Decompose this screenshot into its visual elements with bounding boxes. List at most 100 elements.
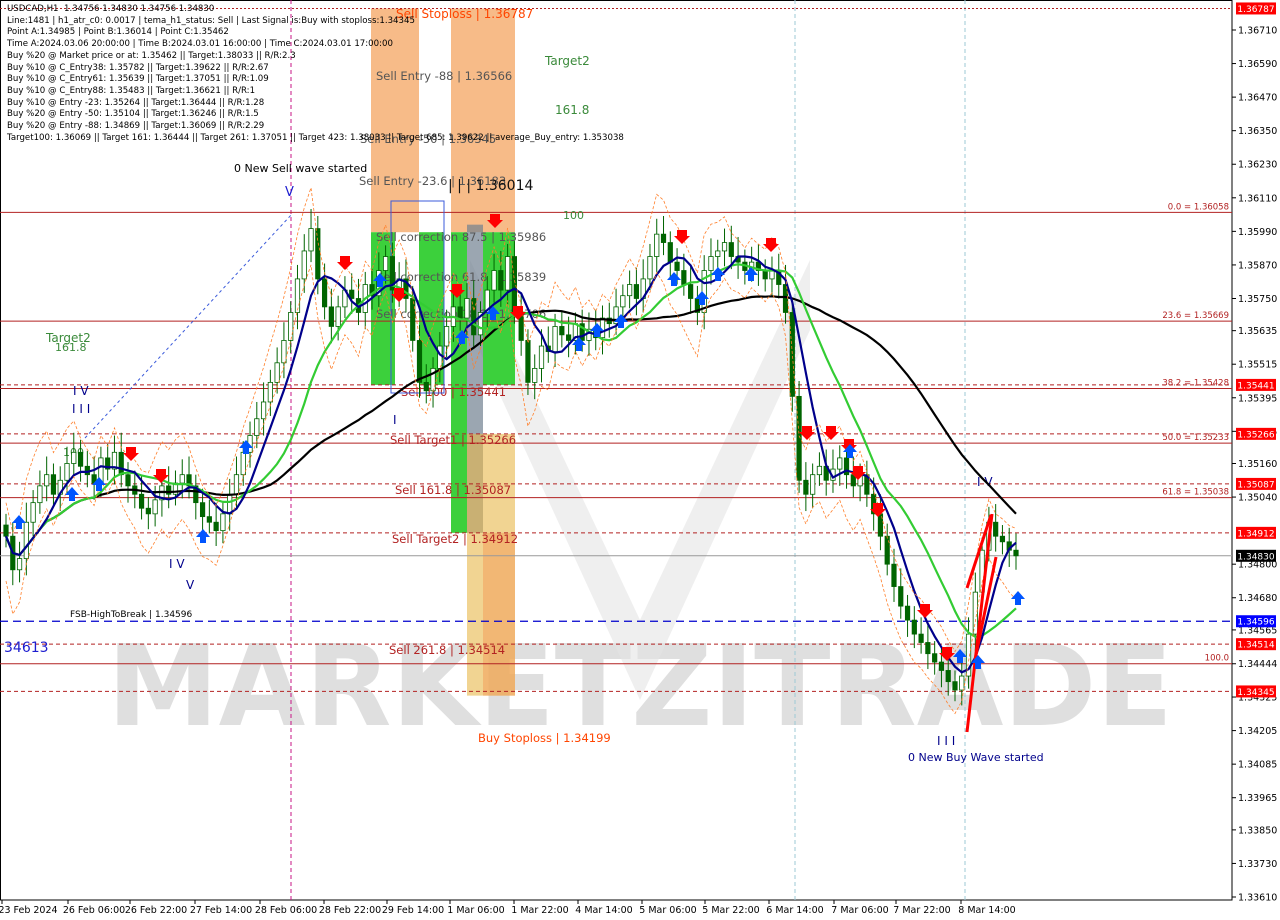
y-tick-label: 1.36710	[1238, 26, 1277, 37]
y-tick-label: 1.34205	[1238, 726, 1277, 737]
x-tick-label: 1 Mar 06:00	[447, 905, 504, 916]
candle-body	[464, 298, 470, 319]
price-tag-label: 1.34514	[1237, 641, 1274, 651]
candle-body	[30, 502, 36, 523]
candle-body	[44, 474, 50, 487]
trendline	[84, 213, 293, 439]
candle-body	[715, 250, 721, 257]
candle-body	[796, 395, 802, 481]
candle-body	[16, 558, 23, 571]
sell-arrow-icon	[123, 447, 139, 461]
info-line: Buy %10 @ Entry -23: 1.35264 || Target:1…	[7, 97, 265, 108]
fib-level-label: 61.8 = 1.35038	[1162, 488, 1229, 498]
candle-body	[321, 278, 328, 308]
candle-body	[71, 451, 77, 464]
candle-body	[213, 521, 219, 532]
y-tick-label: 1.35990	[1238, 227, 1277, 238]
candle-body	[281, 340, 287, 364]
candle-body	[491, 270, 497, 291]
fib-level-label: 0.0 = 1.36058	[1168, 202, 1229, 212]
y-tick-label: 1.34444	[1238, 659, 1277, 670]
candle-body	[145, 507, 151, 515]
candle-body	[423, 381, 429, 392]
candle-body	[233, 474, 240, 495]
zone-label: Sell Target2 | 1.34912	[392, 532, 518, 546]
candle-body	[77, 451, 84, 467]
buy-arrow-icon	[196, 529, 210, 543]
candle-body	[274, 362, 280, 383]
candle-body	[328, 306, 334, 327]
fib-level-label: 50.0 = 1.35233	[1162, 433, 1229, 443]
candle-body	[315, 228, 321, 280]
price-tag-label: 1.35266	[1237, 430, 1274, 440]
candle-body	[227, 493, 233, 515]
candle-body	[647, 256, 653, 280]
y-tick-label: 1.36470	[1238, 93, 1277, 104]
wave-label: V	[285, 185, 294, 200]
candle-body	[505, 256, 511, 291]
candle-body	[498, 270, 504, 291]
candle-body	[294, 278, 301, 313]
candle-body	[721, 242, 728, 252]
candle-body	[457, 306, 463, 319]
info-line: Line:1481 | h1_atr_c0: 0.0017 | tema_h1_…	[7, 15, 415, 26]
candle-body	[884, 535, 890, 565]
zone-label: Sell Target1 | 1.35266	[390, 433, 516, 447]
candle-body	[654, 233, 660, 257]
x-tick-label: 8 Mar 14:00	[958, 905, 1015, 916]
candle-body	[769, 270, 775, 280]
x-tick-label: 7 Mar 06:00	[831, 905, 888, 916]
y-tick-label: 1.35635	[1238, 326, 1277, 337]
y-tick-label: 1.35040	[1238, 493, 1277, 504]
price-tag-label: 1.36787	[1237, 5, 1274, 15]
candle-body	[728, 242, 734, 257]
candle-body	[762, 270, 768, 280]
info-panel: USDCAD,H1 1.34756 1.34830 1.34756 1.3483…	[7, 4, 624, 144]
candle-body	[972, 591, 978, 635]
x-tick-label: 6 Mar 14:00	[766, 905, 823, 916]
candle-body	[552, 326, 558, 353]
buy-arrow-icon	[1011, 591, 1025, 605]
x-tick-label: 26 Feb 06:00	[63, 905, 125, 916]
candle-body	[952, 681, 958, 691]
candle-body	[708, 256, 714, 271]
zone-label: Sell correction 87.5 | 1.35986	[376, 230, 546, 244]
candle-body	[511, 256, 517, 313]
info-line: Buy %20 @ Entry -50: 1.35104 || Target:1…	[7, 109, 259, 120]
candle-body	[335, 306, 341, 327]
fib-level-label: 100.0	[1205, 654, 1229, 664]
candle-body	[308, 228, 314, 252]
y-tick-label: 1.33850	[1238, 825, 1277, 836]
y-tick-label: 1.35870	[1238, 260, 1277, 271]
candle-body	[37, 485, 43, 504]
wave-label: I V	[169, 557, 185, 571]
candle-body	[559, 326, 565, 336]
zone-label: Buy Stoploss | 1.34199	[478, 731, 611, 745]
candle-body	[918, 633, 924, 643]
candle-body	[1013, 549, 1019, 557]
candle-body	[138, 493, 145, 509]
fib-level-label: 23.6 = 1.35669	[1162, 311, 1229, 321]
chart-window: { "header": { "symbol_line": "USDCAD,H1 …	[0, 0, 1280, 920]
y-tick-label: 1.36350	[1238, 126, 1277, 137]
info-line: Target100: 1.36069 || Target 161: 1.3644…	[7, 132, 624, 143]
x-tick-label: 7 Mar 22:00	[893, 905, 950, 916]
x-tick-label: 4 Mar 14:00	[575, 905, 632, 916]
candle-body	[525, 340, 531, 383]
x-tick-label: 26 Feb 22:00	[125, 905, 187, 916]
candle-body	[260, 401, 267, 420]
candle-body	[288, 312, 294, 341]
price-tag-label: 1.34596	[1237, 618, 1274, 628]
info-line: Time A:2024.03.06 20:00:00 | Time B:2024…	[7, 39, 393, 50]
y-tick-label: 1.33965	[1238, 793, 1277, 804]
candle-body	[633, 284, 640, 299]
candle-body	[681, 270, 687, 285]
candle-body	[240, 451, 246, 476]
candle-body	[64, 463, 70, 481]
candle-body	[898, 586, 904, 607]
y-tick-label: 1.36110	[1238, 193, 1277, 204]
x-tick-label: 28 Feb 22:00	[319, 905, 381, 916]
candle-body	[382, 256, 389, 271]
wave-label: V	[186, 578, 195, 592]
candle-body	[566, 334, 572, 341]
